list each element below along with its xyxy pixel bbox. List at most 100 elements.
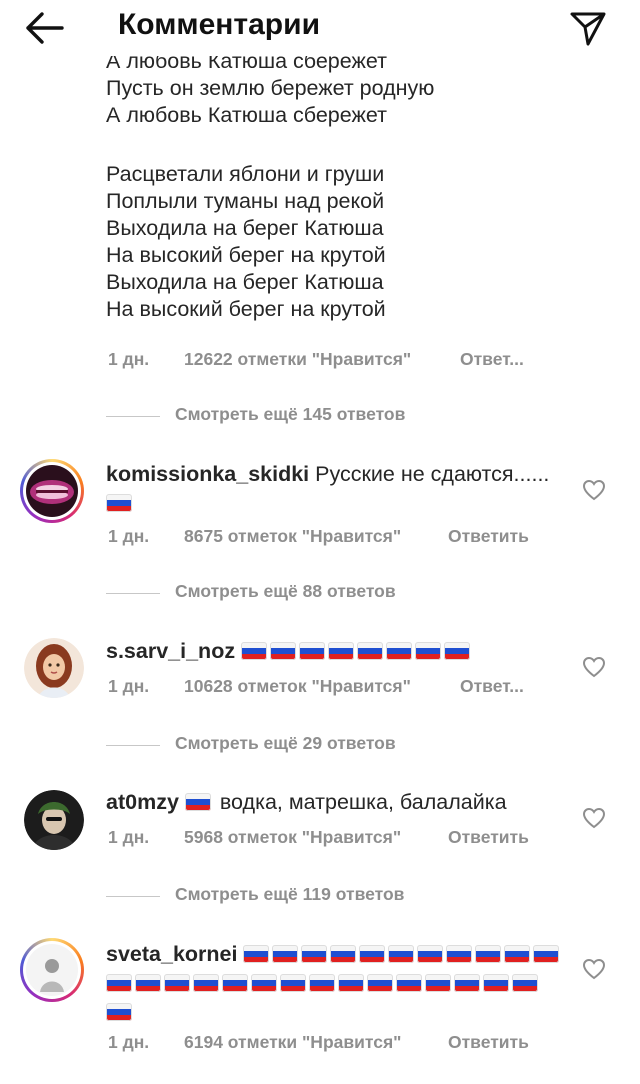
russia-flag-icon xyxy=(417,945,444,963)
russia-flag-icon xyxy=(184,793,211,811)
russia-flag-icon xyxy=(475,945,502,963)
reply-button[interactable]: Ответ... xyxy=(460,676,524,697)
russia-flag-icon xyxy=(193,974,219,992)
lyrics-line: Выходила на берег Катюша xyxy=(106,270,384,294)
avatar-image xyxy=(24,790,84,850)
russia-flag-icon xyxy=(425,974,451,992)
russia-flag-icon xyxy=(299,642,326,660)
russia-flag-icon xyxy=(135,974,161,992)
reply-button[interactable]: Ответ... xyxy=(460,349,524,370)
russia-flag-icon xyxy=(483,974,509,992)
flag-row xyxy=(241,639,473,663)
view-more-label: Смотреть ещё 145 ответов xyxy=(175,404,406,424)
russia-flag-icon xyxy=(272,945,299,963)
arrow-left-icon xyxy=(26,12,64,44)
likes-count-button[interactable]: 12622 отметки "Нравится" xyxy=(184,349,411,370)
lyrics-line: Поплыли туманы над рекой xyxy=(106,189,385,213)
russia-flag-icon xyxy=(330,945,357,963)
comment-text: sveta_kornei xyxy=(106,940,566,1027)
russia-flag-icon xyxy=(504,945,531,963)
comment-username[interactable]: sveta_kornei xyxy=(106,942,237,966)
avatar[interactable] xyxy=(20,938,84,1002)
russia-flag-icon xyxy=(388,945,415,963)
russia-flag-icon xyxy=(280,974,306,992)
russia-flag-icon xyxy=(367,974,393,992)
comment-text: s.sarv_i_noz xyxy=(106,637,566,666)
comment-date: 1 дн. xyxy=(108,349,150,369)
russia-flag-icon xyxy=(338,974,364,992)
comment-username[interactable]: at0mzy xyxy=(106,790,179,814)
reply-button[interactable]: Ответить xyxy=(448,1032,529,1053)
divider-line xyxy=(106,745,160,746)
lyrics-line: А любовь Катюша сбережет xyxy=(106,103,387,127)
avatar[interactable] xyxy=(20,459,84,523)
russia-flag-icon xyxy=(251,974,277,992)
russia-flag-icon xyxy=(454,974,480,992)
russia-flag-icon xyxy=(106,974,132,992)
flag-row xyxy=(106,491,135,515)
likes-count-button[interactable]: 8675 отметок "Нравится" xyxy=(184,526,401,547)
comment-date: 1 дн. xyxy=(108,1032,150,1052)
like-button[interactable] xyxy=(582,958,606,980)
likes-count-button[interactable]: 5968 отметок "Нравится" xyxy=(184,827,401,848)
lyrics-line: Выходила на берег Катюша xyxy=(106,216,384,240)
comment-username[interactable]: komissionka_skidki xyxy=(106,462,309,486)
heart-icon xyxy=(582,656,606,678)
like-button[interactable] xyxy=(582,807,606,829)
reply-button[interactable]: Ответить xyxy=(448,526,529,547)
avatar[interactable] xyxy=(24,638,84,698)
likes-count-button[interactable]: 10628 отметок "Нравится" xyxy=(184,676,411,697)
russia-flag-icon xyxy=(106,1003,132,1021)
back-button[interactable] xyxy=(22,8,66,48)
russia-flag-icon xyxy=(309,974,335,992)
russia-flag-icon xyxy=(241,642,268,660)
comment-body: водка, матрешка, балалайка xyxy=(219,790,507,814)
heart-icon xyxy=(582,958,606,980)
comment-date: 1 дн. xyxy=(108,827,150,847)
russia-flag-icon xyxy=(243,945,270,963)
russia-flag-icon xyxy=(396,974,422,992)
russia-flag-icon xyxy=(446,945,473,963)
russia-flag-icon xyxy=(386,642,413,660)
divider-line xyxy=(106,896,160,897)
russia-flag-icon xyxy=(444,642,471,660)
russia-flag-icon xyxy=(359,945,386,963)
comment-body: Русские не сдаются...... xyxy=(315,462,550,486)
russia-flag-icon xyxy=(533,945,560,963)
lyrics-line: Расцветали яблони и груши xyxy=(106,162,385,186)
russia-flag-icon xyxy=(328,642,355,660)
reply-button[interactable]: Ответить xyxy=(448,827,529,848)
russia-flag-icon xyxy=(164,974,190,992)
russia-flag-icon xyxy=(301,945,328,963)
heart-icon xyxy=(582,807,606,829)
comment-text: komissionka_skidki Русские не сдаются...… xyxy=(106,460,566,518)
view-more-label: Смотреть ещё 29 ответов xyxy=(175,733,396,753)
divider-line xyxy=(106,416,160,417)
lyrics-line: На высокий берег на крутой xyxy=(106,243,386,267)
russia-flag-icon xyxy=(270,642,297,660)
avatar-image xyxy=(26,465,78,517)
russia-flag-icon xyxy=(222,974,248,992)
divider-line xyxy=(106,593,160,594)
paper-plane-icon xyxy=(570,12,606,46)
comment-date: 1 дн. xyxy=(108,676,150,696)
avatar-image xyxy=(24,638,84,698)
avatar[interactable] xyxy=(24,790,84,850)
like-button[interactable] xyxy=(582,479,606,501)
avatar-image xyxy=(26,944,78,996)
comment-username[interactable]: s.sarv_i_noz xyxy=(106,639,235,663)
share-button[interactable] xyxy=(566,8,610,48)
flag-row xyxy=(184,790,214,814)
russia-flag-icon xyxy=(512,974,538,992)
likes-count-button[interactable]: 6194 отметки "Нравится" xyxy=(184,1032,401,1053)
comment-lyrics-text: А любовь Катюша сбережет Пусть он землю … xyxy=(106,49,606,323)
like-button[interactable] xyxy=(582,656,606,678)
header-bar: Комментарии xyxy=(0,0,640,56)
heart-icon xyxy=(582,479,606,501)
view-more-label: Смотреть ещё 88 ответов xyxy=(175,581,396,601)
russia-flag-icon xyxy=(106,494,132,512)
lyrics-line: На высокий берег на крутой xyxy=(106,297,386,321)
lyrics-line: Пусть он землю бережет родную xyxy=(106,76,435,100)
russia-flag-icon xyxy=(357,642,384,660)
view-more-label: Смотреть ещё 119 ответов xyxy=(175,884,405,904)
